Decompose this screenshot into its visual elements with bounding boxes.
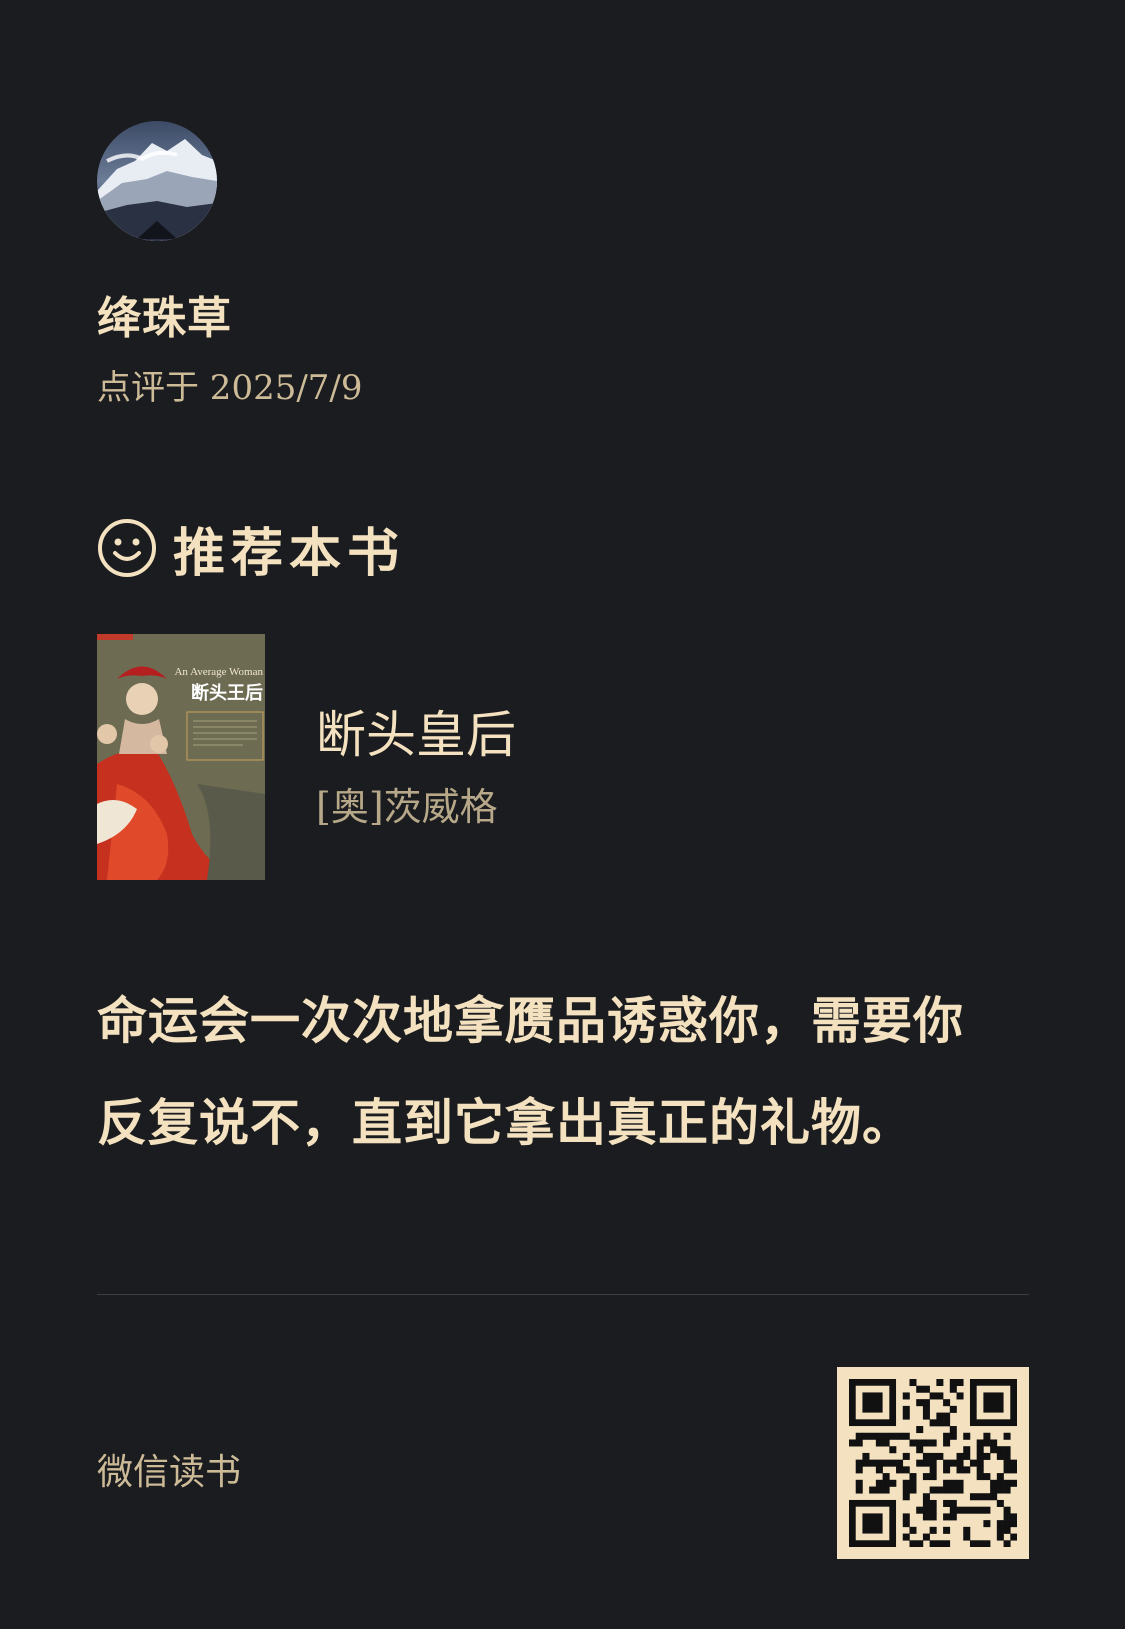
avatar[interactable] [97, 121, 217, 241]
quote-line: 命运会一次次地拿赝品诱惑你，需要你 [97, 992, 964, 1050]
review-quote: 命运会一次次地拿赝品诱惑你，需要你 反复说不，直到它拿出真正的礼物。 [97, 970, 1037, 1174]
recommend-badge: 推荐本书 [97, 515, 405, 584]
brand-label: 微信读书 [97, 1452, 242, 1493]
qr-code-icon[interactable] [837, 1367, 1029, 1559]
smile-icon [98, 519, 156, 577]
recommend-label: 推荐本书 [173, 522, 406, 584]
book-author: [奥]茨威格 [316, 785, 498, 829]
review-date: 点评于 2025/7/9 [97, 368, 363, 408]
avatar-mountain-image [97, 121, 217, 241]
cover-title-en: An Average Woman [174, 666, 263, 678]
book-cover[interactable]: An Average Woman 断头王后 [97, 634, 265, 880]
book-title[interactable]: 断头皇后 [316, 695, 516, 767]
quote-line: 反复说不，直到它拿出真正的礼物。 [97, 1094, 913, 1152]
qr-code-pattern [849, 1379, 1017, 1547]
divider [97, 1294, 1029, 1295]
review-card: 绛珠草 点评于 2025/7/9 推荐本书 An Average Woman 断… [0, 0, 1125, 1629]
cover-title-cn: 断头王后 [191, 683, 263, 704]
username: 绛珠草 [97, 293, 232, 344]
